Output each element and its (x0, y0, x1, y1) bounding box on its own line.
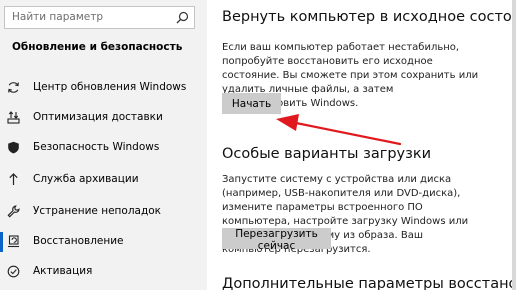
activation-check-icon (7, 265, 20, 278)
main-content: Вернуть компьютер в исходное состояние Е… (207, 0, 516, 290)
sidebar-item-label: Безопасность Windows (33, 141, 160, 153)
restart-now-button[interactable]: Перезагрузить сейчас (222, 228, 331, 252)
selection-indicator (0, 232, 3, 252)
wrench-icon (7, 205, 20, 218)
delivery-optimization-icon (7, 111, 20, 124)
more-recovery-options-title: Дополнительные параметры восстановления (222, 276, 516, 290)
sidebar-item-windows-security[interactable]: Безопасность Windows (0, 134, 207, 162)
sidebar-item-windows-update[interactable]: Центр обновления Windows (0, 74, 207, 102)
scrollbar[interactable] (512, 0, 516, 290)
sidebar-item-label: Восстановление (33, 235, 124, 247)
search-icon[interactable] (176, 11, 189, 24)
advanced-startup-title: Особые варианты загрузки (222, 146, 431, 162)
search-input[interactable]: Найти параметр (12, 11, 103, 23)
search-box[interactable]: Найти параметр (4, 6, 195, 29)
sidebar-item-label: Активация (33, 265, 93, 277)
sidebar-item-backup[interactable]: Служба архивации (0, 166, 207, 194)
sidebar-item-recovery[interactable]: Восстановление (0, 228, 207, 256)
section-title: Обновление и безопасность (12, 41, 183, 53)
sync-icon (8, 82, 19, 93)
sidebar-item-label: Центр обновления Windows (33, 81, 187, 93)
sidebar-item-troubleshoot[interactable]: Устранение неполадок (0, 198, 207, 226)
shield-icon (8, 141, 19, 154)
sidebar: Найти параметр Обновление и безопасность… (0, 0, 207, 290)
sidebar-item-label: Устранение неполадок (33, 205, 161, 217)
sidebar-item-delivery-optimization[interactable]: Оптимизация доставки (0, 104, 207, 132)
reset-pc-title: Вернуть компьютер в исходное состояние (222, 9, 516, 25)
recovery-icon (8, 235, 19, 248)
sidebar-item-activation[interactable]: Активация (0, 258, 207, 286)
sidebar-item-label: Служба архивации (33, 173, 139, 185)
backup-arrow-icon (9, 173, 18, 185)
reset-start-button[interactable]: Начать (222, 93, 281, 114)
sidebar-item-label: Оптимизация доставки (33, 111, 163, 123)
